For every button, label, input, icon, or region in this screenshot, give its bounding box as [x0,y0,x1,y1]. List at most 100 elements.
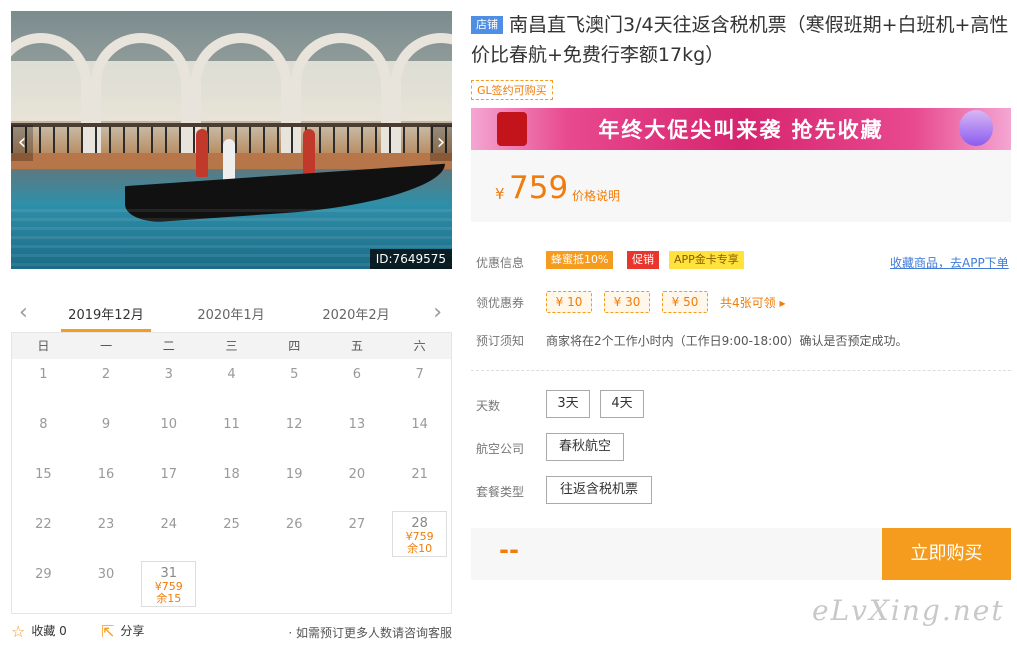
photo-gondolier [303,129,315,177]
weekday-label: 四 [288,339,301,353]
calendar-day: 30 [75,559,138,609]
calendar-day-number: 8 [39,417,48,432]
photo-actions: ☆ 收藏 0 ⇱ 分享 · 如需预订更多人数请咨询客服 [11,622,452,642]
calendar-day-number: 11 [223,417,240,432]
coupon-button[interactable]: ¥ 10 [546,291,592,313]
weekday-label: 一 [100,339,113,353]
prev-month-icon[interactable]: ‹ [19,300,28,325]
price-explain-link[interactable]: 价格说明 [572,187,620,204]
calendar-day-remaining: 余10 [407,542,433,555]
calendar-grid: 1 2 3 4 5 6 7 8 9 10 11 12 13 14 15 16 17 18 19 20 21 22 23 24 2… [12,359,451,609]
gl-badge: GL签约可购买 [471,80,553,100]
calendar-day-number: 30 [97,567,115,582]
calendar-day: 3 [137,359,200,409]
weekday-label: 二 [162,339,175,353]
product-photo[interactable]: ‹ › ID:7649575 [11,11,452,269]
calendar-day-number: 29 [35,567,52,582]
option-days-3[interactable]: 3天 [546,390,590,418]
calendar-day: 6 [326,359,389,409]
weekday-label: 六 [413,339,426,353]
calendar-day: 19 [263,459,326,509]
tab-month[interactable]: 2019年12月 [61,304,151,332]
calendar-day-number: 15 [35,467,52,482]
product-title-text: 南昌直飞澳门3/4天往返含税机票（寒假班期+白班机+高性价比春航+免费行李额17… [471,14,1009,66]
photo-gondolier [196,129,208,177]
calendar-day-available[interactable]: 31 ¥759 余15 [141,561,197,607]
calendar-day-number: 7 [415,367,424,382]
star-icon: ☆ [11,622,26,641]
calendar-day: 18 [200,459,263,509]
calendar-day: 10 [137,409,200,459]
tab-month[interactable]: 2020年1月 [186,304,276,323]
price-value: 759 [509,170,569,206]
calendar-day-number: 28 [411,516,428,531]
coupon-more-link[interactable]: 共4张可领 ▸ [720,294,785,311]
option-package[interactable]: 往返含税机票 [546,476,652,504]
buy-now-button[interactable]: 立即购买 [882,528,1011,580]
notice-label: 预订须知 [476,334,525,348]
calendar-day-number: 14 [411,417,428,432]
price-currency: ¥ [495,185,505,203]
calendar-day-number: 1 [39,367,48,382]
calendar-day-number: 2 [101,367,111,382]
calendar-day-number: 3 [164,367,173,382]
promo-chip[interactable]: 促销 [627,251,659,269]
price-box: ¥ 759 价格说明 [471,150,1011,222]
calendar-day-available[interactable]: 28 ¥759 余10 [392,511,447,557]
calendar-day-remaining: 余15 [156,592,182,605]
calendar-day: 1 [12,359,75,409]
promo-banner[interactable]: 年终大促尖叫来袭 抢先收藏 [471,108,1011,150]
site-watermark: eLvXing.net [812,594,1005,627]
calendar-day: 14 [388,409,451,459]
coupon-button[interactable]: ¥ 30 [604,291,650,313]
calendar-day-number: 17 [160,467,178,482]
calendar-day: 23 [75,509,138,559]
calendar-day: 12 [263,409,326,459]
calendar-day: 22 [12,509,75,559]
buy-bar: -- 立即购买 [471,528,1011,580]
banner-text: 年终大促尖叫来袭 抢先收藏 [598,118,884,142]
promo-chip[interactable]: APP金卡专享 [669,251,744,269]
calendar-day: 21 [388,459,451,509]
calendar-day: 9 [75,409,138,459]
calendar-month-nav: ‹ 2019年12月 2020年1月 2020年2月 › [11,298,452,332]
option-days-4[interactable]: 4天 [600,390,644,418]
calendar-day: 15 [12,459,75,509]
notice-text: 商家将在2个工作小时内（工作日9:00-18:00）确认是否预定成功。 [546,334,908,348]
option-airline[interactable]: 春秋航空 [546,433,624,461]
tab-month[interactable]: 2020年2月 [311,304,401,323]
coupon-label: 领优惠券 [476,296,525,310]
calendar-day: 24 [137,509,200,559]
calendar-day: 26 [263,509,326,559]
weekday-label: 五 [350,339,363,353]
contact-note: · 如需预订更多人数请咨询客服 [288,626,452,640]
coupon-button[interactable]: ¥ 50 [662,291,708,313]
calendar-day-number: 6 [352,367,362,382]
calendar-day: 27 [326,509,389,559]
calendar-day: 7 [388,359,451,409]
airline-label: 航空公司 [476,442,525,456]
calendar-day-number: 9 [101,417,111,432]
share-icon: ⇱ [101,622,115,641]
calendar-day: 29 [12,559,75,609]
calendar-day-number: 27 [348,517,366,532]
calendar-day-number: 12 [285,417,303,432]
favorite-button[interactable]: ☆ 收藏 0 [11,622,67,641]
calendar-day: 13 [326,409,389,459]
share-label: 分享 [120,624,145,638]
share-button[interactable]: ⇱ 分享 [101,622,144,641]
chevron-left-icon[interactable]: ‹ [11,125,33,161]
chevron-right-icon[interactable]: › [430,125,452,161]
days-label: 天数 [476,399,501,413]
calendar-day: 5 [263,359,326,409]
calendar-day-number: 31 [160,566,178,581]
next-month-icon[interactable]: › [433,300,442,325]
calendar-weekday-header: 日 一 二 三 四 五 六 [12,333,451,359]
calendar-day-number: 22 [35,517,52,532]
promo-chip[interactable]: 蜂蜜抵10% [546,251,614,269]
favorite-app-link[interactable]: 收藏商品，去APP下单 [890,254,1009,271]
calendar-day-number: 20 [348,467,366,482]
departure-calendar: 日 一 二 三 四 五 六 1 2 3 4 5 6 7 8 9 10 11 12 13 14 15 16 17 1… [11,332,452,614]
calendar-day-number: 25 [223,517,240,532]
calendar-day: 2 [75,359,138,409]
